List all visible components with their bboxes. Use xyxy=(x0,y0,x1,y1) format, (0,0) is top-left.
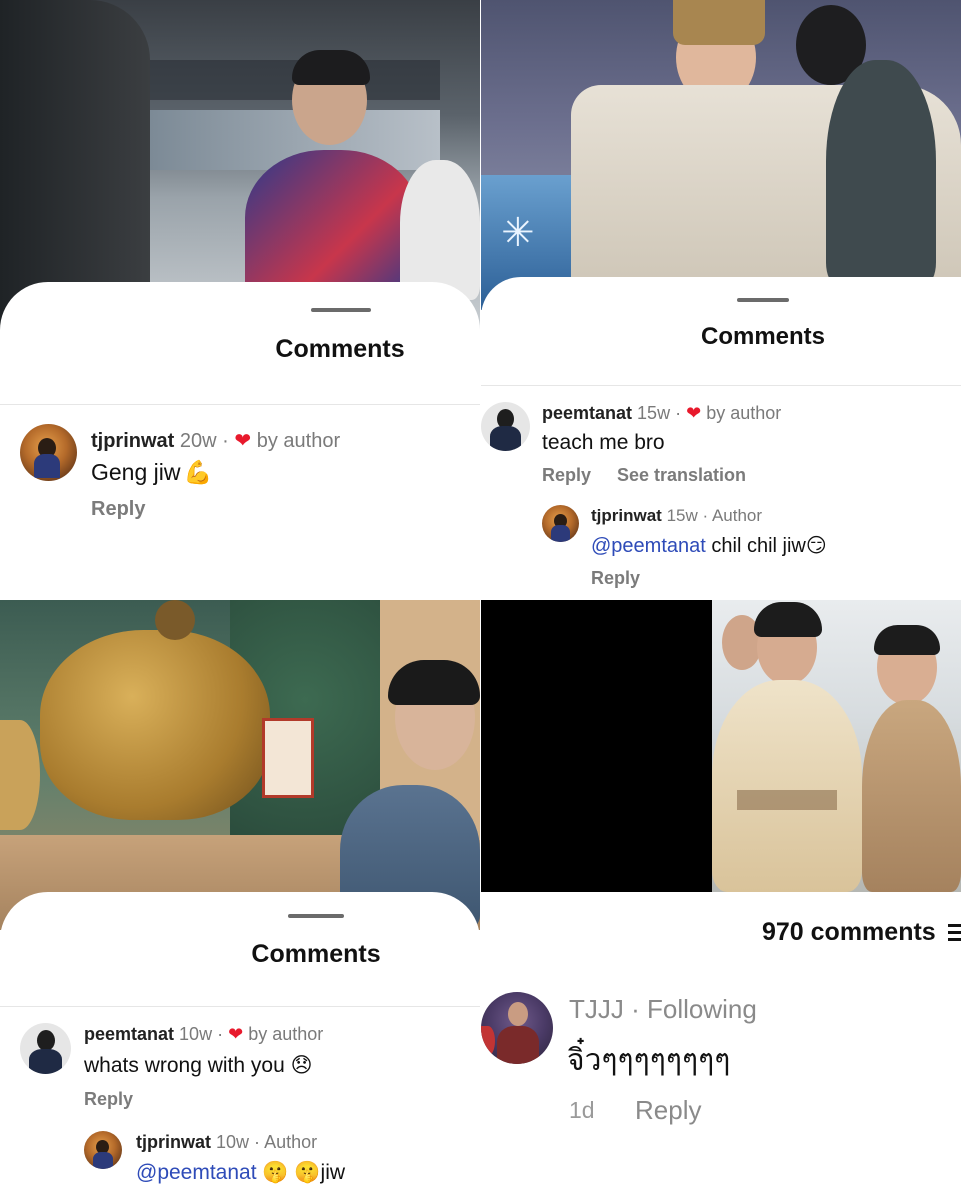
username[interactable]: tjprinwat xyxy=(91,430,174,452)
avatar[interactable] xyxy=(20,1023,71,1074)
mention-link[interactable]: @peemtanat xyxy=(591,535,706,557)
divider xyxy=(0,1006,480,1007)
avatar[interactable] xyxy=(84,1131,122,1169)
comment-header: peemtanat 15w · ❤ by author xyxy=(542,403,782,423)
photo-ice-rink xyxy=(0,0,480,330)
heart-icon: ❤ xyxy=(686,403,702,423)
comments-sheet: Comments peemtanat 10w · ❤ by author wha… xyxy=(0,892,480,1200)
panel-3: Comments peemtanat 10w · ❤ by author wha… xyxy=(0,600,480,1200)
reply-header: tjprinwat 10w · Author xyxy=(136,1132,318,1152)
following-badge: Following xyxy=(647,994,757,1024)
avatar[interactable] xyxy=(542,505,579,542)
reply-button[interactable]: Reply xyxy=(91,498,145,521)
comment-text: whats wrong with you 😞 xyxy=(84,1054,313,1077)
comment-age: 1d xyxy=(569,1097,595,1123)
panel-4: 970 comments TJJJ · Following จิ๋วๆๆๆๆๆๆ… xyxy=(481,600,961,1200)
author-badge: by author xyxy=(248,1024,324,1044)
comments-sheet: 970 comments TJJJ · Following จิ๋วๆๆๆๆๆๆ… xyxy=(481,892,961,1200)
panel-1: Comments tjprinwat 20w · ❤ by author Gen… xyxy=(0,0,480,600)
reply-button[interactable]: Reply xyxy=(84,1089,133,1110)
reply-button[interactable]: Reply xyxy=(635,1095,701,1126)
divider xyxy=(481,385,961,386)
author-badge: by author xyxy=(256,430,341,452)
photo-restaurant xyxy=(0,600,480,930)
username[interactable]: tjprinwat xyxy=(591,506,662,525)
see-translation-button[interactable]: See translation xyxy=(617,465,746,486)
comment-header: peemtanat 10w · ❤ by author xyxy=(84,1024,324,1044)
sheet-title: Comments xyxy=(251,940,381,968)
reply-header: tjprinwat 15w · Author xyxy=(591,506,763,525)
comment-text: จิ๋วๆๆๆๆๆๆๆๆ xyxy=(567,1043,731,1078)
reply-button[interactable]: Reply xyxy=(591,568,640,589)
panel-2: ✳ Comments peemtanat 15w · ❤ by author t… xyxy=(481,0,961,600)
author-badge: Author xyxy=(711,506,763,525)
avatar[interactable] xyxy=(20,424,77,481)
flexed-biceps-emoji: 💪 xyxy=(183,459,213,485)
avatar[interactable] xyxy=(481,402,530,451)
author-badge: by author xyxy=(706,403,782,423)
heart-icon: ❤ xyxy=(234,430,252,452)
reply-button[interactable]: Reply xyxy=(542,465,591,486)
reply-text: @peemtanat chil chil jiw😏 xyxy=(591,535,827,557)
reply-text: @peemtanat 🤫 🤫jiw xyxy=(136,1161,346,1184)
video-frame xyxy=(481,600,961,892)
photo-group-laughing xyxy=(712,600,961,892)
comment-age: 15w xyxy=(637,403,671,423)
username[interactable]: peemtanat xyxy=(542,403,632,423)
mention-link[interactable]: @peemtanat xyxy=(136,1161,257,1184)
comment-age: 20w xyxy=(179,430,217,452)
sheet-handle[interactable] xyxy=(311,308,371,312)
sheet-handle[interactable] xyxy=(737,298,789,302)
comment-age: 15w xyxy=(666,506,698,525)
shushing-emoji: 🤫 🤫 xyxy=(262,1161,321,1184)
sheet-title: Comments xyxy=(700,323,826,350)
comment-header: TJJJ · Following xyxy=(569,994,757,1024)
filter-icon[interactable] xyxy=(948,922,961,942)
username[interactable]: peemtanat xyxy=(84,1024,174,1044)
username[interactable]: tjprinwat xyxy=(136,1132,211,1152)
divider xyxy=(0,404,480,405)
comment-text: teach me bro xyxy=(542,431,665,454)
comment-text: Geng jiw 💪 xyxy=(91,459,213,485)
sheet-title: Comments xyxy=(275,335,405,363)
sheet-handle[interactable] xyxy=(288,914,344,918)
comments-sheet: Comments tjprinwat 20w · ❤ by author Gen… xyxy=(0,282,480,600)
disappointed-emoji: 😞 xyxy=(290,1054,313,1077)
heart-icon: ❤ xyxy=(228,1024,244,1044)
comment-age: 10w xyxy=(216,1132,250,1152)
comment-age: 10w xyxy=(179,1024,213,1044)
comment-count: 970 comments xyxy=(762,918,936,946)
avatar[interactable] xyxy=(481,992,553,1064)
username[interactable]: TJJJ xyxy=(569,994,624,1024)
comments-sheet: Comments peemtanat 15w · ❤ by author tea… xyxy=(481,277,961,600)
author-badge: Author xyxy=(264,1132,318,1152)
comment-header: tjprinwat 20w · ❤ by author xyxy=(91,430,341,452)
photo-skating-rink: ✳ xyxy=(481,0,961,310)
smirk-emoji: 😏 xyxy=(805,535,827,557)
